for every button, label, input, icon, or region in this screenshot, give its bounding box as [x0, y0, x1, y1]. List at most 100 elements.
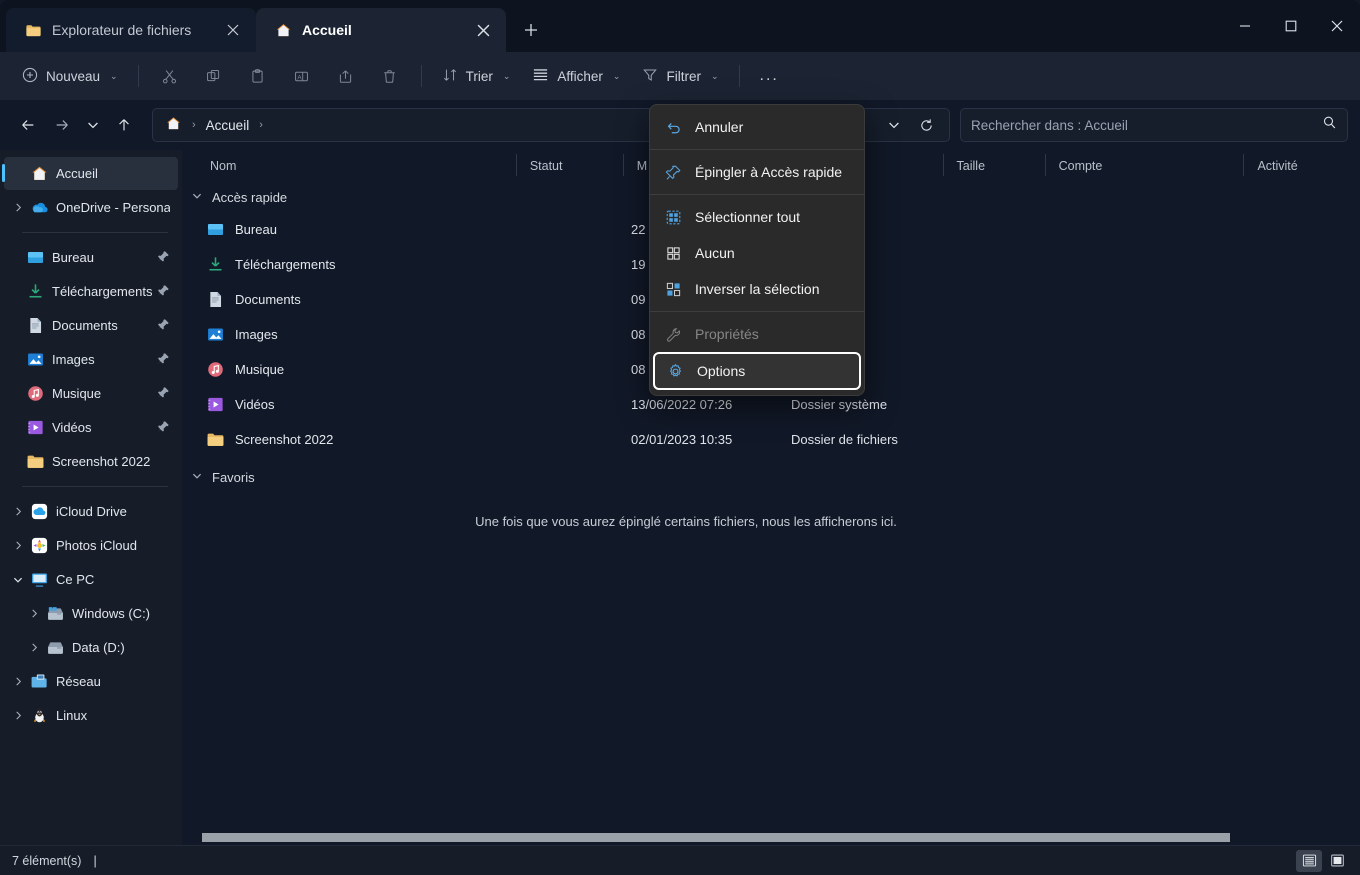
chevron-down-icon: ⌄: [502, 70, 511, 81]
details-view-button[interactable]: [1296, 849, 1322, 872]
pin-icon[interactable]: [153, 386, 170, 402]
menu-item-label: Inverser la sélection: [695, 281, 820, 297]
pin-icon[interactable]: [153, 318, 170, 334]
chevron-right-icon[interactable]: [8, 541, 28, 550]
sidebar-item-photos-icloud[interactable]: Photos iCloud: [4, 529, 178, 562]
sidebar-item-telechargements[interactable]: Téléchargements: [4, 275, 178, 308]
folder-icon: [24, 21, 42, 39]
column-header-compte[interactable]: Compte: [1044, 154, 1244, 176]
refresh-button[interactable]: [911, 110, 941, 140]
group-header-favoris[interactable]: Favoris: [182, 462, 1360, 492]
divider: [738, 65, 740, 87]
new-tab-button[interactable]: [514, 13, 548, 47]
table-row[interactable]: Screenshot 2022 02/01/2023 10:35 Dossier…: [182, 422, 1360, 457]
sidebar-item-linux[interactable]: Linux: [4, 699, 178, 732]
tab-label: Explorateur de fichiers: [52, 22, 192, 38]
sidebar-item-onedrive[interactable]: OneDrive - Persona: [4, 191, 178, 224]
chevron-down-icon[interactable]: [190, 191, 204, 204]
chevron-down-icon[interactable]: [8, 575, 28, 585]
chevron-right-icon[interactable]: [8, 677, 28, 686]
sidebar-item-videos[interactable]: Vidéos: [4, 411, 178, 444]
chevron-right-icon[interactable]: [8, 711, 28, 720]
sidebar-item-data-d[interactable]: Data (D:): [4, 631, 178, 664]
sidebar-item-windows-c[interactable]: Windows (C:): [4, 597, 178, 630]
menu-item-inverser-la-selection[interactable]: Inverser la sélection: [653, 271, 861, 307]
sidebar-item-ce-pc[interactable]: Ce PC: [4, 563, 178, 596]
home-icon: [274, 21, 292, 39]
sort-button[interactable]: Trier ⌄: [432, 59, 521, 93]
column-header-taille[interactable]: Taille: [942, 154, 1045, 176]
sidebar-item-label: Documents: [52, 318, 118, 333]
window-controls: [1222, 0, 1360, 52]
search-box[interactable]: [960, 108, 1348, 142]
new-button[interactable]: Nouveau ⌄: [12, 59, 128, 93]
search-icon[interactable]: [1322, 115, 1337, 135]
sidebar-item-bureau[interactable]: Bureau: [4, 241, 178, 274]
chevron-right-icon[interactable]: [8, 203, 28, 212]
chevron-right-icon[interactable]: [24, 643, 44, 652]
chevron-right-icon[interactable]: [8, 507, 28, 516]
column-header-activite[interactable]: Activité: [1243, 154, 1360, 176]
back-button[interactable]: [12, 109, 44, 141]
tab-close-icon[interactable]: [220, 17, 246, 43]
menu-item-aucun[interactable]: Aucun: [653, 235, 861, 271]
pin-icon[interactable]: [153, 420, 170, 436]
menu-item-label: Épingler à Accès rapide: [695, 164, 843, 180]
navigation-pane[interactable]: Accueil OneDrive - Persona Bureau Téléch…: [0, 150, 182, 845]
column-header-statut[interactable]: Statut: [515, 154, 623, 176]
pin-icon[interactable]: [153, 352, 170, 368]
context-menu[interactable]: Annuler Épingler à Accès rapide Sélectio…: [649, 104, 865, 396]
share-button[interactable]: [325, 59, 367, 93]
cut-button[interactable]: [149, 59, 191, 93]
menu-item-epingler-acces-rapide[interactable]: Épingler à Accès rapide: [653, 154, 861, 190]
up-button[interactable]: [108, 109, 140, 141]
rename-button[interactable]: A: [281, 59, 323, 93]
delete-button[interactable]: [369, 59, 411, 93]
close-button[interactable]: [1314, 0, 1360, 52]
sidebar-item-screenshot-2022[interactable]: Screenshot 2022: [4, 445, 178, 478]
large-icons-view-button[interactable]: [1324, 850, 1350, 872]
minimize-button[interactable]: [1222, 0, 1268, 52]
filter-button[interactable]: Filtrer ⌄: [632, 59, 728, 93]
horizontal-scrollbar[interactable]: [182, 829, 1360, 845]
tab-close-icon[interactable]: [470, 17, 496, 43]
copy-button[interactable]: [193, 59, 235, 93]
menu-item-selectionner-tout[interactable]: Sélectionner tout: [653, 199, 861, 235]
sidebar-divider: [22, 232, 168, 233]
menu-item-annuler[interactable]: Annuler: [653, 109, 861, 145]
sidebar-item-label: Windows (C:): [72, 606, 151, 621]
view-button[interactable]: Afficher ⌄: [522, 59, 630, 93]
pin-icon[interactable]: [153, 250, 170, 266]
icloud-photos-icon: [28, 536, 50, 555]
sidebar-item-images[interactable]: Images: [4, 343, 178, 376]
more-options-button[interactable]: ...: [750, 59, 789, 93]
folder-icon: [206, 430, 225, 449]
sidebar-item-musique[interactable]: Musique: [4, 377, 178, 410]
tab-accueil[interactable]: Accueil: [256, 8, 506, 52]
paste-button[interactable]: [237, 59, 279, 93]
chevron-right-icon[interactable]: [24, 609, 44, 618]
drive-icon: [44, 638, 66, 657]
sidebar-item-documents[interactable]: Documents: [4, 309, 178, 342]
sidebar-item-accueil[interactable]: Accueil: [2, 157, 178, 190]
forward-button[interactable]: [46, 109, 78, 141]
maximize-button[interactable]: [1268, 0, 1314, 52]
menu-item-options[interactable]: Options: [653, 352, 861, 390]
breadcrumb-item-accueil[interactable]: Accueil: [202, 116, 254, 135]
pin-icon[interactable]: [153, 284, 170, 300]
sidebar-item-icloud-drive[interactable]: iCloud Drive: [4, 495, 178, 528]
search-input[interactable]: [971, 117, 1322, 133]
chevron-down-icon[interactable]: [190, 471, 204, 484]
downloads-icon: [206, 255, 225, 274]
address-dropdown-button[interactable]: [879, 110, 909, 140]
breadcrumb-home[interactable]: [161, 113, 186, 137]
tab-explorateur-de-fichiers[interactable]: Explorateur de fichiers: [6, 8, 256, 52]
plus-circle-icon: [22, 67, 38, 86]
column-header-nom[interactable]: Nom: [196, 159, 516, 173]
sidebar-item-label: Photos iCloud: [56, 538, 137, 553]
sidebar-item-reseau[interactable]: Réseau: [4, 665, 178, 698]
breadcrumb-separator: ›: [259, 119, 263, 131]
command-bar: Nouveau ⌄ A Trier ⌄ Afficher ⌄ Filtrer ⌄…: [0, 52, 1360, 100]
scrollbar-thumb[interactable]: [202, 833, 1230, 842]
recent-locations-button[interactable]: [80, 109, 106, 141]
